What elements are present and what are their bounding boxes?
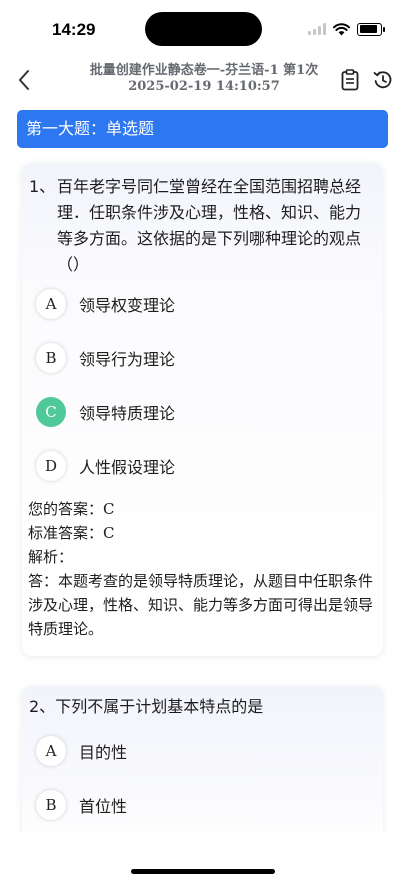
option-letter: B <box>36 790 66 820</box>
dynamic-island <box>145 12 262 46</box>
option-letter: A <box>36 289 66 319</box>
option-text: 人性假设理论 <box>79 458 176 477</box>
status-icons <box>308 20 385 38</box>
question-card-2: 2、下列不属于计划基本特点的是 A 目的性 B 首位性 <box>22 686 383 846</box>
your-answer-row: 您的答案： C <box>28 497 378 521</box>
your-answer-value: C <box>103 500 115 518</box>
option-text: 首位性 <box>79 797 128 816</box>
standard-answer-value: C <box>103 524 115 542</box>
section-header: 第一大题：单选题 <box>17 110 388 148</box>
option-a[interactable]: A 目的性 <box>36 734 127 768</box>
option-b[interactable]: B 领导行为理论 <box>36 341 175 375</box>
analysis-text: 答：本题考查的是领导特质理论，从题目中任职条件涉及心理，性格、知识、能力等多方面… <box>28 572 374 638</box>
option-a[interactable]: A 领导权变理论 <box>36 287 175 321</box>
standard-answer-label: 标准答案： <box>28 524 104 542</box>
option-text: 目的性 <box>79 743 128 762</box>
answer-sheet-button[interactable] <box>338 68 362 92</box>
back-button[interactable] <box>10 66 38 94</box>
question-card-1: 1、 百年老字号同仁堂曾经在全国范围招聘总经理．任职条件涉及心理，性格、知识、能… <box>22 163 383 656</box>
battery-icon <box>357 22 385 36</box>
question-number: 2、 <box>29 697 56 716</box>
page-title: 批量创建作业静态卷一-芬兰语-1 第1次 2025-02-19 14:10:57 <box>89 63 319 94</box>
option-text: 领导权变理论 <box>79 296 176 315</box>
back-chevron-icon <box>19 70 29 90</box>
history-icon <box>373 71 392 89</box>
standard-answer-row: 标准答案： C <box>28 521 378 545</box>
option-text: 领导行为理论 <box>79 350 176 369</box>
question-stem: 1、 百年老字号同仁堂曾经在全国范围招聘总经理．任职条件涉及心理，性格、知识、能… <box>29 174 369 278</box>
clipboard-icon <box>341 69 359 91</box>
your-answer-label: 您的答案： <box>28 500 104 518</box>
status-time: 14:29 <box>52 20 96 39</box>
question-text: 下列不属于计划基本特点的是 <box>55 697 264 716</box>
bottom-safe-area <box>0 832 406 883</box>
option-letter: A <box>36 736 66 766</box>
question-stem: 2、下列不属于计划基本特点的是 <box>29 694 369 720</box>
question-number: 1、 <box>29 177 56 196</box>
option-d[interactable]: D 人性假设理论 <box>36 449 175 483</box>
history-button[interactable] <box>371 68 395 92</box>
analysis-label: 解析： <box>28 548 74 566</box>
option-c-selected[interactable]: C 领导特质理论 <box>36 395 175 429</box>
option-b[interactable]: B 首位性 <box>36 788 127 822</box>
nav-bar: 批量创建作业静态卷一-芬兰语-1 第1次 2025-02-19 14:10:57 <box>0 56 406 106</box>
option-letter: C <box>36 397 66 427</box>
question-text: 百年老字号同仁堂曾经在全国范围招聘总经理．任职条件涉及心理，性格、知识、能力等多… <box>57 177 362 274</box>
option-letter: D <box>36 451 66 481</box>
option-letter: B <box>36 343 66 373</box>
wifi-icon <box>333 22 350 35</box>
home-indicator <box>131 869 275 874</box>
cellular-signal-icon <box>308 23 326 35</box>
status-bar: 14:29 <box>0 0 406 56</box>
answer-block: 您的答案： C 标准答案： C 解析： 答：本题考查的是领导特质理论，从题目中任… <box>28 497 378 641</box>
option-text: 领导特质理论 <box>79 404 176 423</box>
